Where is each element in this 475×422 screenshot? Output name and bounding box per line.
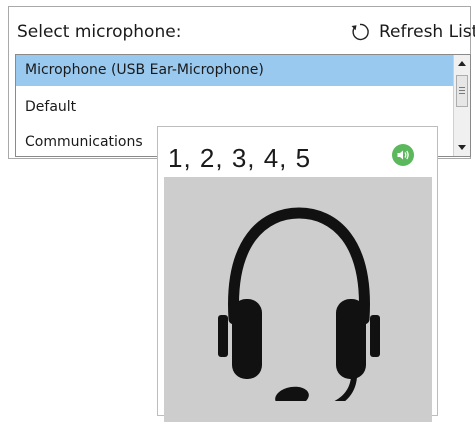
scroll-down-button[interactable] xyxy=(454,139,470,156)
refresh-icon xyxy=(349,21,371,43)
speaker-icon xyxy=(392,144,414,166)
panel-title: Select microphone: xyxy=(17,22,182,42)
play-speaker-button[interactable] xyxy=(392,144,414,166)
scroll-thumb[interactable] xyxy=(456,75,468,107)
headset-icon xyxy=(218,207,380,401)
arrow-down-icon xyxy=(458,145,466,150)
test-phrase: 1, 2, 3, 4, 5 xyxy=(168,143,312,173)
arrow-up-icon xyxy=(458,61,466,66)
headset-image xyxy=(164,177,432,422)
scroll-up-button[interactable] xyxy=(454,55,470,72)
list-item-default[interactable]: Default xyxy=(16,92,453,123)
refresh-list-button[interactable]: Refresh List xyxy=(349,20,475,44)
list-item-microphone-usb[interactable]: Microphone (USB Ear-Microphone) xyxy=(16,55,453,86)
refresh-label: Refresh List xyxy=(379,22,475,42)
vertical-scrollbar[interactable] xyxy=(453,55,470,156)
microphone-test-popup: 1, 2, 3, 4, 5 xyxy=(157,126,438,422)
